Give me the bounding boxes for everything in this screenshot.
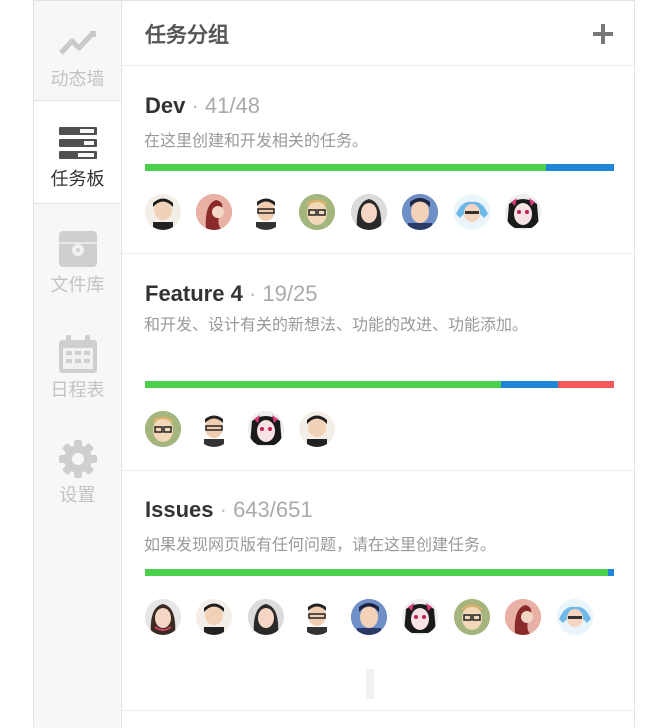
group-name: Dev: [145, 93, 186, 118]
plus-icon[interactable]: [592, 23, 614, 45]
sidebar-item-activity[interactable]: 动态墙: [34, 1, 121, 105]
group-description: 如果发现网页版有任何问题，请在这里创建任务。: [144, 537, 497, 554]
group-name: Issues: [145, 497, 214, 522]
group-progress-bar: [145, 164, 614, 171]
avatar[interactable]: [299, 411, 335, 447]
gear-icon: [59, 440, 97, 478]
group-description: 和开发、设计有关的新想法、功能的改进、功能添加。: [144, 317, 529, 334]
avatar[interactable]: [505, 599, 541, 635]
avatar[interactable]: [145, 411, 181, 447]
group-count: 41/48: [204, 93, 260, 118]
group-separator: ·: [213, 497, 234, 522]
sidebar-item-label: 动态墙: [50, 69, 105, 89]
folder-icon: [59, 231, 97, 267]
progress-segment: [545, 164, 614, 171]
sidebar-item-taskboard[interactable]: 任务板: [34, 100, 121, 204]
group-title: Issues · 643/651: [145, 497, 313, 523]
avatar[interactable]: [248, 599, 284, 635]
activity-icon: [59, 31, 96, 55]
group-description: 在这里创建和开发相关的任务。: [144, 133, 369, 150]
sidebar-item-calendar[interactable]: 日程表: [34, 312, 121, 416]
panel-header: 任务分组: [122, 1, 634, 66]
group-progress-bar: [145, 569, 614, 576]
avatar[interactable]: [196, 411, 232, 447]
app-frame: 动态墙 任务板 文件库 日程表 设置 任务分组 Dev · 41/48 在这里创…: [33, 0, 635, 728]
group-count: 643/651: [233, 497, 313, 522]
task-group-feature-4[interactable]: Feature 4 · 19/25 和开发、设计有关的新想法、功能的改进、功能添…: [122, 254, 634, 471]
avatar[interactable]: [248, 194, 284, 230]
avatar[interactable]: [505, 194, 541, 230]
avatar[interactable]: [454, 599, 490, 635]
group-name: Feature 4: [145, 281, 243, 306]
task-group-issues[interactable]: Issues · 643/651 如果发现网页版有任何问题，请在这里创建任务。: [122, 471, 634, 711]
group-title: Feature 4 · 19/25: [145, 281, 317, 307]
avatar[interactable]: [248, 411, 284, 447]
avatar[interactable]: [145, 599, 181, 635]
progress-segment: [557, 381, 614, 388]
avatar[interactable]: [454, 194, 490, 230]
sidebar-item-settings[interactable]: 设置: [34, 417, 121, 521]
sidebar-item-label: 日程表: [50, 380, 105, 400]
group-progress-bar: [145, 381, 614, 388]
sidebar: 动态墙 任务板 文件库 日程表 设置: [34, 1, 122, 728]
avatar[interactable]: [299, 194, 335, 230]
group-separator: ·: [185, 93, 205, 118]
avatar[interactable]: [402, 599, 438, 635]
group-title: Dev · 41/48: [145, 93, 260, 119]
progress-segment: [145, 381, 502, 388]
progress-segment: [608, 569, 614, 576]
avatar[interactable]: [351, 599, 387, 635]
task-group-dev[interactable]: Dev · 41/48 在这里创建和开发相关的任务。: [122, 66, 634, 254]
avatar[interactable]: [196, 194, 232, 230]
sidebar-item-label: 任务板: [50, 169, 105, 189]
sidebar-item-label: 设置: [59, 485, 96, 505]
scroll-indicator[interactable]: [366, 669, 374, 699]
avatar[interactable]: [196, 599, 232, 635]
progress-segment: [145, 569, 609, 576]
page-title: 任务分组: [145, 24, 229, 47]
taskboard-icon: [59, 127, 97, 159]
group-count: 19/25: [262, 281, 318, 306]
avatar[interactable]: [402, 194, 438, 230]
avatar[interactable]: [557, 599, 593, 635]
avatar[interactable]: [351, 194, 387, 230]
sidebar-item-label: 文件库: [50, 275, 105, 295]
avatar[interactable]: [299, 599, 335, 635]
calendar-icon: [59, 335, 97, 373]
progress-segment: [501, 381, 558, 388]
sidebar-item-files[interactable]: 文件库: [34, 207, 121, 311]
task-groups-panel: 任务分组 Dev · 41/48 在这里创建和开发相关的任务。 Feature …: [122, 1, 634, 728]
progress-segment: [145, 164, 546, 171]
avatar[interactable]: [145, 194, 181, 230]
group-separator: ·: [242, 281, 263, 306]
